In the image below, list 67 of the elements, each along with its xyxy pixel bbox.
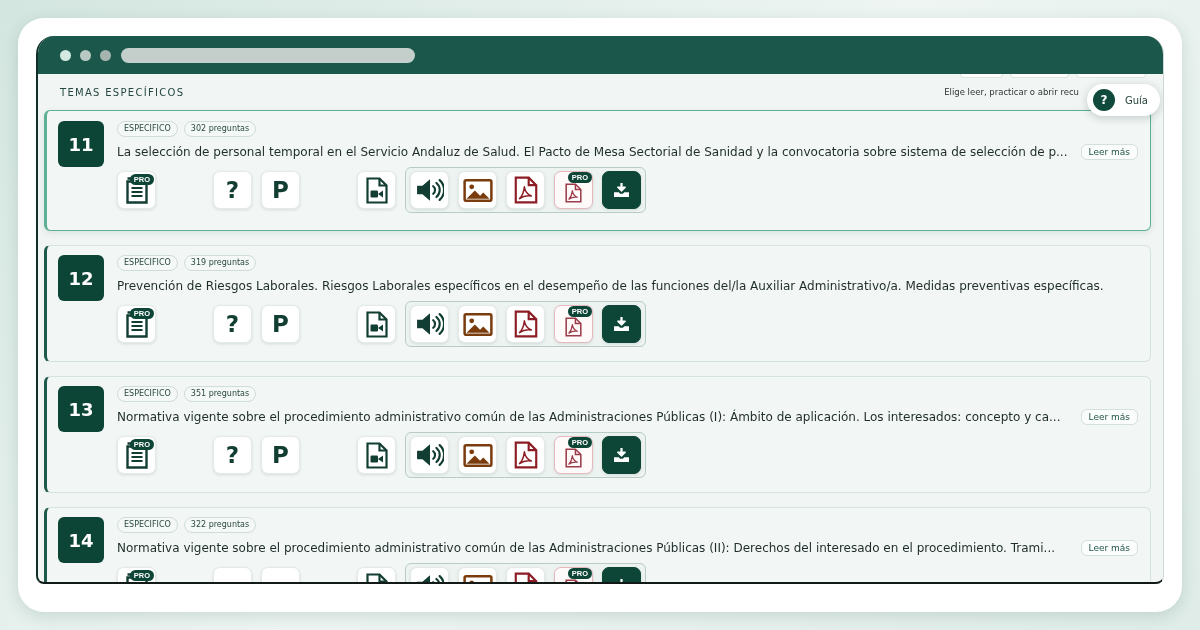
read-more-button[interactable]: Leer más	[1080, 144, 1138, 160]
download-icon	[614, 317, 629, 331]
video-button[interactable]	[357, 436, 396, 474]
topic-number-badge: 14	[58, 517, 104, 563]
instruction-text: Elige leer, practicar o abrir recu	[944, 87, 1079, 97]
pdf-file-icon	[565, 317, 582, 337]
topic-card[interactable]	[44, 110, 1151, 231]
topic-tag: 302 preguntas	[183, 121, 257, 137]
image-icon	[462, 178, 493, 202]
question-mark-icon: ?	[1093, 89, 1115, 111]
pdf-file-icon	[513, 441, 538, 469]
pdf-button[interactable]	[506, 171, 545, 209]
video-button[interactable]	[357, 171, 396, 209]
speaker-icon	[415, 178, 444, 202]
pdf-file-icon	[565, 183, 582, 203]
pdf-file-icon	[513, 176, 538, 204]
pdf-file-icon	[513, 310, 538, 338]
window-control-icon[interactable]	[60, 49, 71, 61]
pdf-button[interactable]	[506, 436, 545, 474]
topic-title: La selección de personal temporal en el Servicio Andaluz de Salud. El Pacto de Mesa Sectorial de Sanidad y la convocatoria sobre sistema de selección de p...	[117, 145, 1068, 159]
glyph-button[interactable]: P	[261, 436, 300, 474]
topic-tag: ESPECIFICO	[117, 517, 178, 533]
topic-tag: ESPECIFICO	[117, 121, 178, 137]
pdf-button[interactable]	[506, 305, 545, 343]
glyph-button[interactable]: P	[261, 305, 300, 343]
topic-number-badge: 13	[58, 386, 104, 432]
glyph-button[interactable]: ?	[213, 171, 252, 209]
speaker-icon	[415, 443, 444, 467]
download-icon	[614, 183, 629, 197]
section-heading: TEMAS ESPECÍFICOS	[60, 86, 185, 98]
download-button[interactable]	[602, 436, 641, 474]
video-file-icon	[365, 310, 388, 338]
image-icon	[462, 443, 493, 467]
image-button[interactable]	[458, 171, 497, 209]
image-button[interactable]	[458, 436, 497, 474]
speaker-icon	[415, 312, 444, 336]
glyph-button[interactable]: ?	[213, 305, 252, 343]
glyph-button[interactable]: P	[261, 171, 300, 209]
download-icon	[614, 448, 629, 462]
window-control-icon[interactable]	[80, 49, 91, 61]
topic-tag: ESPECIFICO	[117, 255, 178, 271]
address-bar[interactable]	[121, 47, 415, 63]
download-button[interactable]	[602, 305, 641, 343]
guide-button[interactable]: ? Guía	[1087, 84, 1160, 116]
topic-title: Normativa vigente sobre el procedimiento administrativo común de las Administraciones Públicas (II): Derechos del interesado en el procedimiento. Trami...	[117, 541, 1056, 555]
video-button[interactable]	[357, 305, 396, 343]
glyph-button[interactable]: ?	[213, 436, 252, 474]
window-control-icon[interactable]	[100, 49, 111, 61]
pdf-file-icon	[565, 448, 582, 468]
topic-tag: 319 preguntas	[183, 255, 257, 271]
image-icon	[462, 312, 493, 336]
read-more-button[interactable]: Leer más	[1080, 409, 1138, 425]
audio-button[interactable]	[410, 305, 449, 343]
topic-number-badge: 12	[58, 255, 104, 301]
audio-button[interactable]	[410, 171, 449, 209]
audio-button[interactable]	[410, 436, 449, 474]
topic-number-badge: 11	[58, 121, 104, 167]
topic-tag: 322 preguntas	[183, 517, 257, 533]
video-file-icon	[365, 176, 388, 204]
topic-tag: ESPECIFICO	[117, 386, 178, 402]
read-more-button[interactable]: Leer más	[1080, 540, 1138, 556]
image-button[interactable]	[458, 305, 497, 343]
topic-title: Normativa vigente sobre el procedimiento administrativo común de las Administraciones Públicas (I): Ámbito de aplicación. Los interesados: concepto y ca...	[117, 410, 1061, 424]
topic-title: Prevención de Riesgos Laborales. Riesgos Laborales específicos en el desempeño de las funciones del/la Auxiliar Administrativo/a. Medidas preventivas específicas.	[117, 279, 1104, 293]
download-button[interactable]	[602, 171, 641, 209]
topic-tag: 351 preguntas	[183, 386, 257, 402]
video-file-icon	[365, 441, 388, 469]
